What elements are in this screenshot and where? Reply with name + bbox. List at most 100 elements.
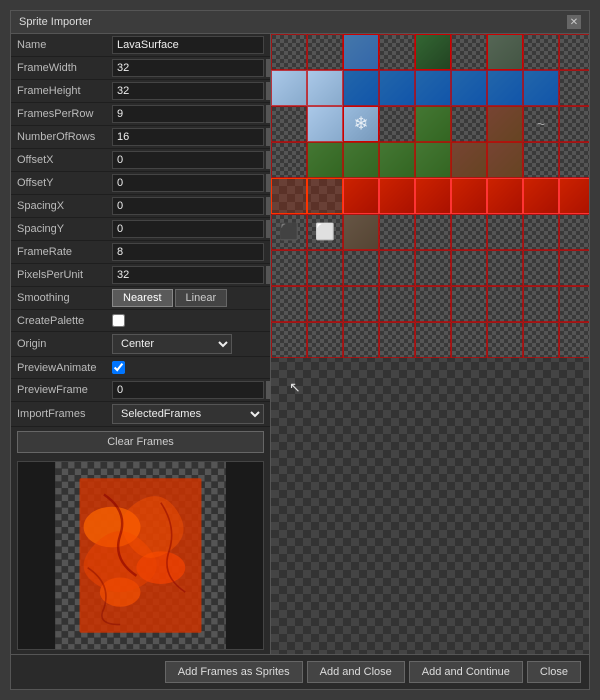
tile-6-6[interactable]	[487, 250, 523, 286]
tile-4-4[interactable]	[415, 178, 451, 214]
tile-7-3[interactable]	[379, 286, 415, 322]
tile-5-2[interactable]	[343, 214, 379, 250]
framerate-input[interactable]	[112, 243, 264, 261]
close-button[interactable]: Close	[527, 661, 581, 683]
createpalette-checkbox[interactable]	[112, 314, 125, 327]
tile-3-8[interactable]	[559, 142, 589, 178]
tile-3-2[interactable]	[343, 142, 379, 178]
tile-2-5[interactable]	[451, 106, 487, 142]
tile-8-4[interactable]	[415, 322, 451, 358]
tile-0-1[interactable]	[307, 34, 343, 70]
tile-4-0[interactable]	[271, 178, 307, 214]
tile-2-1[interactable]	[307, 106, 343, 142]
name-input[interactable]	[112, 36, 264, 54]
linear-button[interactable]: Linear	[175, 289, 228, 307]
framesperrow-input[interactable]	[112, 105, 264, 123]
spacingy-input[interactable]	[112, 220, 264, 238]
previewanimate-checkbox[interactable]	[112, 361, 125, 374]
tile-1-6[interactable]	[487, 70, 523, 106]
offsetx-input[interactable]	[112, 151, 264, 169]
clear-frames-button[interactable]: Clear Frames	[17, 431, 264, 453]
previewframe-input[interactable]	[112, 381, 264, 399]
tile-3-1[interactable]	[307, 142, 343, 178]
tile-4-6[interactable]	[487, 178, 523, 214]
tile-6-5[interactable]	[451, 250, 487, 286]
tile-4-1[interactable]	[307, 178, 343, 214]
tile-6-0[interactable]	[271, 250, 307, 286]
tile-4-3[interactable]	[379, 178, 415, 214]
tile-0-7[interactable]	[523, 34, 559, 70]
tile-8-8[interactable]	[559, 322, 589, 358]
importframes-select[interactable]: SelectedFrames AllFrames	[112, 404, 264, 424]
tile-5-8[interactable]	[559, 214, 589, 250]
window-close-button[interactable]: ✕	[567, 15, 581, 29]
tile-0-2[interactable]	[343, 34, 379, 70]
add-and-continue-button[interactable]: Add and Continue	[409, 661, 523, 683]
tile-0-6[interactable]	[487, 34, 523, 70]
tile-3-3[interactable]	[379, 142, 415, 178]
tile-7-0[interactable]	[271, 286, 307, 322]
tile-0-3[interactable]	[379, 34, 415, 70]
tile-2-7[interactable]: ~	[523, 106, 559, 142]
nearest-button[interactable]: Nearest	[112, 289, 173, 307]
tile-8-1[interactable]	[307, 322, 343, 358]
tile-1-2[interactable]	[343, 70, 379, 106]
spacingx-input[interactable]	[112, 197, 264, 215]
tile-0-4[interactable]	[415, 34, 451, 70]
tile-4-5[interactable]	[451, 178, 487, 214]
tile-6-8[interactable]	[559, 250, 589, 286]
tile-5-3[interactable]	[379, 214, 415, 250]
numberofrows-input[interactable]	[112, 128, 264, 146]
tile-6-2[interactable]	[343, 250, 379, 286]
sprite-sheet[interactable]: ❄ ~	[271, 34, 589, 646]
add-and-close-button[interactable]: Add and Close	[307, 661, 405, 683]
tile-3-6[interactable]	[487, 142, 523, 178]
tile-0-5[interactable]	[451, 34, 487, 70]
tile-5-0[interactable]: ⬛	[271, 214, 307, 250]
tile-7-5[interactable]	[451, 286, 487, 322]
tile-2-8[interactable]	[559, 106, 589, 142]
pixelsperunit-input[interactable]	[112, 266, 264, 284]
tile-6-1[interactable]	[307, 250, 343, 286]
add-frames-as-sprites-button[interactable]: Add Frames as Sprites	[165, 661, 303, 683]
tile-7-6[interactable]	[487, 286, 523, 322]
tile-1-1[interactable]	[307, 70, 343, 106]
tile-2-4[interactable]	[415, 106, 451, 142]
tile-4-7[interactable]	[523, 178, 559, 214]
tile-7-2[interactable]	[343, 286, 379, 322]
tile-5-1[interactable]: ⬜	[307, 214, 343, 250]
tile-7-4[interactable]	[415, 286, 451, 322]
tile-5-4[interactable]	[415, 214, 451, 250]
tile-2-3[interactable]	[379, 106, 415, 142]
tile-3-7[interactable]	[523, 142, 559, 178]
framewidth-input[interactable]	[112, 59, 264, 77]
tile-4-2[interactable]	[343, 178, 379, 214]
tile-5-7[interactable]	[523, 214, 559, 250]
tile-3-5[interactable]	[451, 142, 487, 178]
origin-select[interactable]: Center Top Left Top Center Bottom Center	[112, 334, 232, 354]
tile-7-1[interactable]	[307, 286, 343, 322]
frameheight-input[interactable]	[112, 82, 264, 100]
tile-1-8[interactable]	[559, 70, 589, 106]
tile-1-4[interactable]	[415, 70, 451, 106]
tile-1-0[interactable]	[271, 70, 307, 106]
tile-1-3[interactable]	[379, 70, 415, 106]
tile-8-5[interactable]	[451, 322, 487, 358]
tile-8-7[interactable]	[523, 322, 559, 358]
tile-8-3[interactable]	[379, 322, 415, 358]
tile-6-7[interactable]	[523, 250, 559, 286]
tile-8-0[interactable]	[271, 322, 307, 358]
sprite-grid[interactable]: ❄ ~	[271, 34, 589, 654]
tile-3-0[interactable]	[271, 142, 307, 178]
tile-0-8[interactable]	[559, 34, 589, 70]
right-panel[interactable]: ❄ ~	[271, 34, 589, 654]
tile-4-8[interactable]	[559, 178, 589, 214]
offsety-input[interactable]	[112, 174, 264, 192]
tile-2-0[interactable]	[271, 106, 307, 142]
tile-6-3[interactable]	[379, 250, 415, 286]
tile-7-8[interactable]	[559, 286, 589, 322]
tile-1-7[interactable]	[523, 70, 559, 106]
tile-3-4[interactable]	[415, 142, 451, 178]
tile-0-0[interactable]	[271, 34, 307, 70]
tile-2-6[interactable]	[487, 106, 523, 142]
